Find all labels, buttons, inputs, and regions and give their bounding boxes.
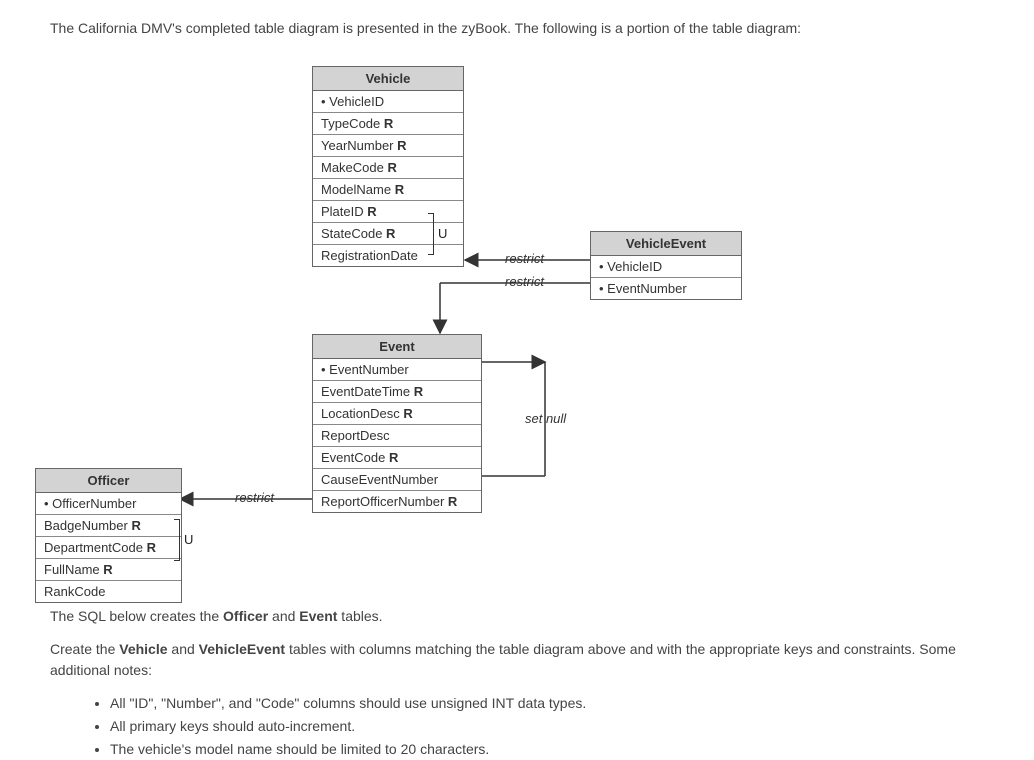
column-row: RegistrationDate bbox=[313, 245, 463, 266]
txt: tables. bbox=[337, 608, 382, 624]
txt: The SQL below creates the bbox=[50, 608, 223, 624]
er-diagram: Vehicle VehicleIDTypeCode RYearNumber RM… bbox=[50, 56, 984, 596]
txt: and bbox=[268, 608, 299, 624]
bold-vehicleevent: VehicleEvent bbox=[199, 641, 285, 657]
rel-event-self: set null bbox=[525, 411, 566, 426]
column-row: PlateID R bbox=[313, 201, 463, 223]
explanation: The SQL below creates the Officer and Ev… bbox=[50, 606, 984, 760]
column-row: ReportDesc bbox=[313, 425, 481, 447]
entity-event: Event EventNumberEventDateTime RLocation… bbox=[312, 334, 482, 513]
column-row: EventCode R bbox=[313, 447, 481, 469]
intro-text: The California DMV's completed table dia… bbox=[50, 20, 984, 36]
column-row: ReportOfficerNumber R bbox=[313, 491, 481, 512]
column-row: OfficerNumber bbox=[36, 493, 181, 515]
connector-layer bbox=[50, 56, 984, 596]
column-row: VehicleID bbox=[313, 91, 463, 113]
column-row: BadgeNumber R bbox=[36, 515, 181, 537]
column-row: LocationDesc R bbox=[313, 403, 481, 425]
bold-vehicle: Vehicle bbox=[119, 641, 167, 657]
note-item: All primary keys should auto-increment. bbox=[110, 716, 984, 737]
txt: and bbox=[168, 641, 199, 657]
vehicle-unique-label: U bbox=[438, 226, 447, 241]
column-row: ModelName R bbox=[313, 179, 463, 201]
entity-officer-title: Officer bbox=[36, 469, 181, 493]
explain-p2: Create the Vehicle and VehicleEvent tabl… bbox=[50, 639, 984, 681]
column-row: VehicleID bbox=[591, 256, 741, 278]
entity-vehicle-title: Vehicle bbox=[313, 67, 463, 91]
rel-ve-event: restrict bbox=[505, 274, 544, 289]
bold-event: Event bbox=[299, 608, 337, 624]
notes-list: All "ID", "Number", and "Code" columns s… bbox=[50, 693, 984, 760]
txt: Create the bbox=[50, 641, 119, 657]
column-row: EventNumber bbox=[591, 278, 741, 299]
entity-event-title: Event bbox=[313, 335, 481, 359]
column-row: CauseEventNumber bbox=[313, 469, 481, 491]
officer-unique-bracket bbox=[174, 519, 180, 561]
vehicle-unique-bracket bbox=[428, 213, 434, 255]
bold-officer: Officer bbox=[223, 608, 268, 624]
column-row: EventNumber bbox=[313, 359, 481, 381]
column-row: EventDateTime R bbox=[313, 381, 481, 403]
entity-officer: Officer OfficerNumberBadgeNumber RDepart… bbox=[35, 468, 182, 603]
column-row: RankCode bbox=[36, 581, 181, 602]
entity-vehicleevent-title: VehicleEvent bbox=[591, 232, 741, 256]
explain-p1: The SQL below creates the Officer and Ev… bbox=[50, 606, 984, 627]
column-row: FullName R bbox=[36, 559, 181, 581]
column-row: MakeCode R bbox=[313, 157, 463, 179]
officer-unique-label: U bbox=[184, 532, 193, 547]
note-item: The vehicle's model name should be limit… bbox=[110, 739, 984, 760]
entity-vehicleevent: VehicleEvent VehicleIDEventNumber bbox=[590, 231, 742, 300]
column-row: DepartmentCode R bbox=[36, 537, 181, 559]
column-row: TypeCode R bbox=[313, 113, 463, 135]
column-row: YearNumber R bbox=[313, 135, 463, 157]
rel-ve-vehicle: restrict bbox=[505, 251, 544, 266]
rel-event-officer: restrict bbox=[235, 490, 274, 505]
note-item: All "ID", "Number", and "Code" columns s… bbox=[110, 693, 984, 714]
